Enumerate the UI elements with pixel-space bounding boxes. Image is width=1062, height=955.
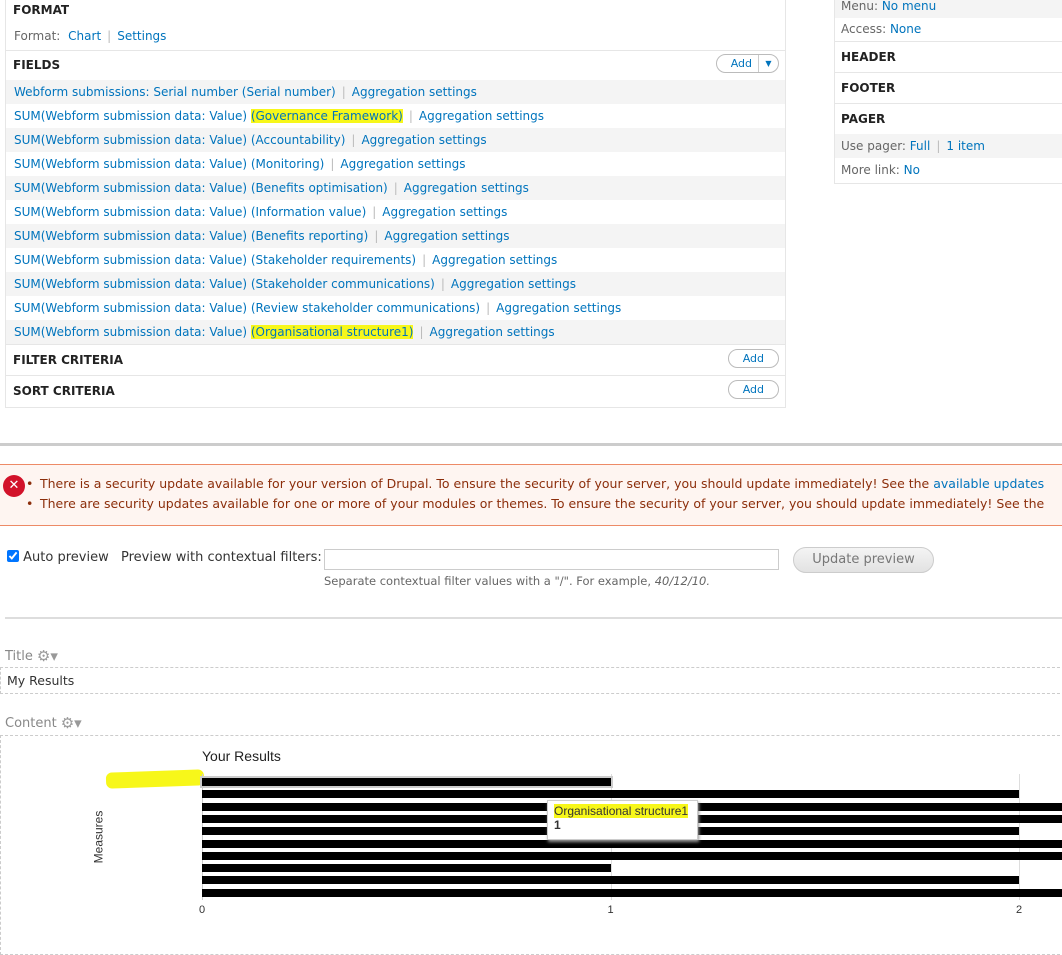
chart-tooltip: Organisational structure1 1 <box>547 800 698 840</box>
field-link[interactable]: SUM(Webform submission data: Value) (Ben… <box>14 181 388 195</box>
auto-preview-checkbox[interactable] <box>7 550 19 562</box>
aggregation-settings-link[interactable]: Aggregation settings <box>361 133 486 147</box>
aggregation-settings-link[interactable]: Aggregation settings <box>340 157 465 171</box>
divider <box>0 443 1062 446</box>
gear-icon[interactable]: ⚙▾ <box>37 647 58 665</box>
field-link[interactable]: SUM(Webform submission data: Value) (Rev… <box>14 301 480 315</box>
aggregation-settings-link[interactable]: Aggregation settings <box>451 277 576 291</box>
format-heading: FORMAT <box>13 3 70 17</box>
sort-heading: SORT CRITERIA <box>13 384 115 398</box>
highlight-mark <box>105 769 205 789</box>
format-label: Format: <box>14 29 61 43</box>
field-link[interactable]: SUM(Webform submission data: Value) (Inf… <box>14 205 366 219</box>
chevron-down-icon[interactable]: ▼ <box>758 55 778 72</box>
contextual-filters-help: Separate contextual filter values with a… <box>324 574 710 588</box>
field-row: SUM(Webform submission data: Value) (Inf… <box>14 205 508 219</box>
field-row: SUM(Webform submission data: Value) (Ben… <box>6 224 785 248</box>
access-link[interactable]: None <box>890 22 921 36</box>
pager-type-link[interactable]: Full <box>910 139 931 153</box>
field-row: SUM(Webform submission data: Value) (Sta… <box>6 272 785 296</box>
filter-add-button[interactable]: Add <box>727 349 779 368</box>
contextual-filters-input[interactable] <box>324 549 779 570</box>
aggregation-settings-link[interactable]: Aggregation settings <box>430 325 555 339</box>
field-row: Webform submissions: Serial number (Seri… <box>6 80 785 104</box>
format-settings-link[interactable]: Settings <box>117 29 166 43</box>
error-messages: ✕ There is a security update available f… <box>0 464 1062 526</box>
chart-y-label: Measures <box>91 810 106 864</box>
aggregation-settings-link[interactable]: Aggregation settings <box>382 205 507 219</box>
content-area-label[interactable]: Content ⚙▾ <box>5 714 82 732</box>
auto-preview[interactable]: Auto preview <box>7 550 109 565</box>
field-link[interactable]: SUM(Webform submission data: Value) (Sta… <box>14 253 416 267</box>
contextual-filters-label: Preview with contextual filters: <box>121 550 322 565</box>
aggregation-settings-link[interactable]: Aggregation settings <box>352 85 477 99</box>
pager-heading: PAGER <box>841 112 886 126</box>
more-link-link[interactable]: No <box>904 163 920 177</box>
field-row: SUM(Webform submission data: Value) (Acc… <box>6 128 785 152</box>
fields-add-button[interactable]: Add ▼ <box>715 54 779 73</box>
field-link[interactable]: SUM(Webform submission data: Value) (Org… <box>14 325 414 339</box>
field-row: SUM(Webform submission data: Value) (Gov… <box>14 109 544 123</box>
aggregation-settings-link[interactable]: Aggregation settings <box>384 229 509 243</box>
field-row: SUM(Webform submission data: Value) (Mon… <box>14 157 466 171</box>
aggregation-settings-link[interactable]: Aggregation settings <box>496 301 621 315</box>
content-area <box>0 735 1062 955</box>
field-row: SUM(Webform submission data: Value) (Sta… <box>14 253 558 267</box>
field-link[interactable]: SUM(Webform submission data: Value) (Ben… <box>14 229 368 243</box>
divider <box>5 617 1062 619</box>
title-area-label[interactable]: Title ⚙▾ <box>5 647 58 665</box>
views-main-panel: FORMAT Format: Chart | Settings FIELDS Add… <box>5 0 786 408</box>
footer-heading: FOOTER <box>841 81 896 95</box>
format-chart-link[interactable]: Chart <box>68 29 101 43</box>
error-message-2: There are security updates available for… <box>26 496 1044 511</box>
header-heading: HEADER <box>841 50 896 64</box>
aggregation-settings-link[interactable]: Aggregation settings <box>404 181 529 195</box>
tooltip-value: 1 <box>554 818 561 832</box>
filter-heading: FILTER CRITERIA <box>13 353 124 367</box>
error-icon: ✕ <box>3 475 25 497</box>
tooltip-label: Organisational structure1 <box>554 804 689 818</box>
field-link[interactable]: SUM(Webform submission data: Value) (Acc… <box>14 133 345 147</box>
field-link[interactable]: SUM(Webform submission data: Value) (Mon… <box>14 157 324 171</box>
views-side-panel: Menu: No menu Access: None HEADER FOOTER… <box>834 0 1062 184</box>
pager-items-link[interactable]: 1 item <box>946 139 985 153</box>
field-row: SUM(Webform submission data: Value) (Org… <box>6 320 785 344</box>
field-row: SUM(Webform submission data: Value) (Rev… <box>14 301 622 315</box>
field-link[interactable]: SUM(Webform submission data: Value) (Gov… <box>14 109 403 123</box>
fields-heading: FIELDS <box>13 58 61 72</box>
sort-add-button[interactable]: Add <box>727 380 779 399</box>
gear-icon[interactable]: ⚙▾ <box>61 714 82 732</box>
field-row: SUM(Webform submission data: Value) (Ben… <box>6 176 785 200</box>
menu-link[interactable]: No menu <box>882 0 936 13</box>
aggregation-settings-link[interactable]: Aggregation settings <box>432 253 557 267</box>
error-message-1: There is a security update available for… <box>26 476 1044 491</box>
format-row: Format: Chart | Settings <box>14 29 167 43</box>
update-preview-button[interactable]: Update preview <box>793 547 934 573</box>
field-link[interactable]: SUM(Webform submission data: Value) (Sta… <box>14 277 435 291</box>
title-area: My Results <box>0 667 1062 694</box>
chart-title: Your Results <box>202 748 281 764</box>
field-link[interactable]: Webform submissions: Serial number (Seri… <box>14 85 336 99</box>
available-updates-link[interactable]: available updates <box>933 476 1044 491</box>
aggregation-settings-link[interactable]: Aggregation settings <box>419 109 544 123</box>
title-value: My Results <box>7 673 75 688</box>
